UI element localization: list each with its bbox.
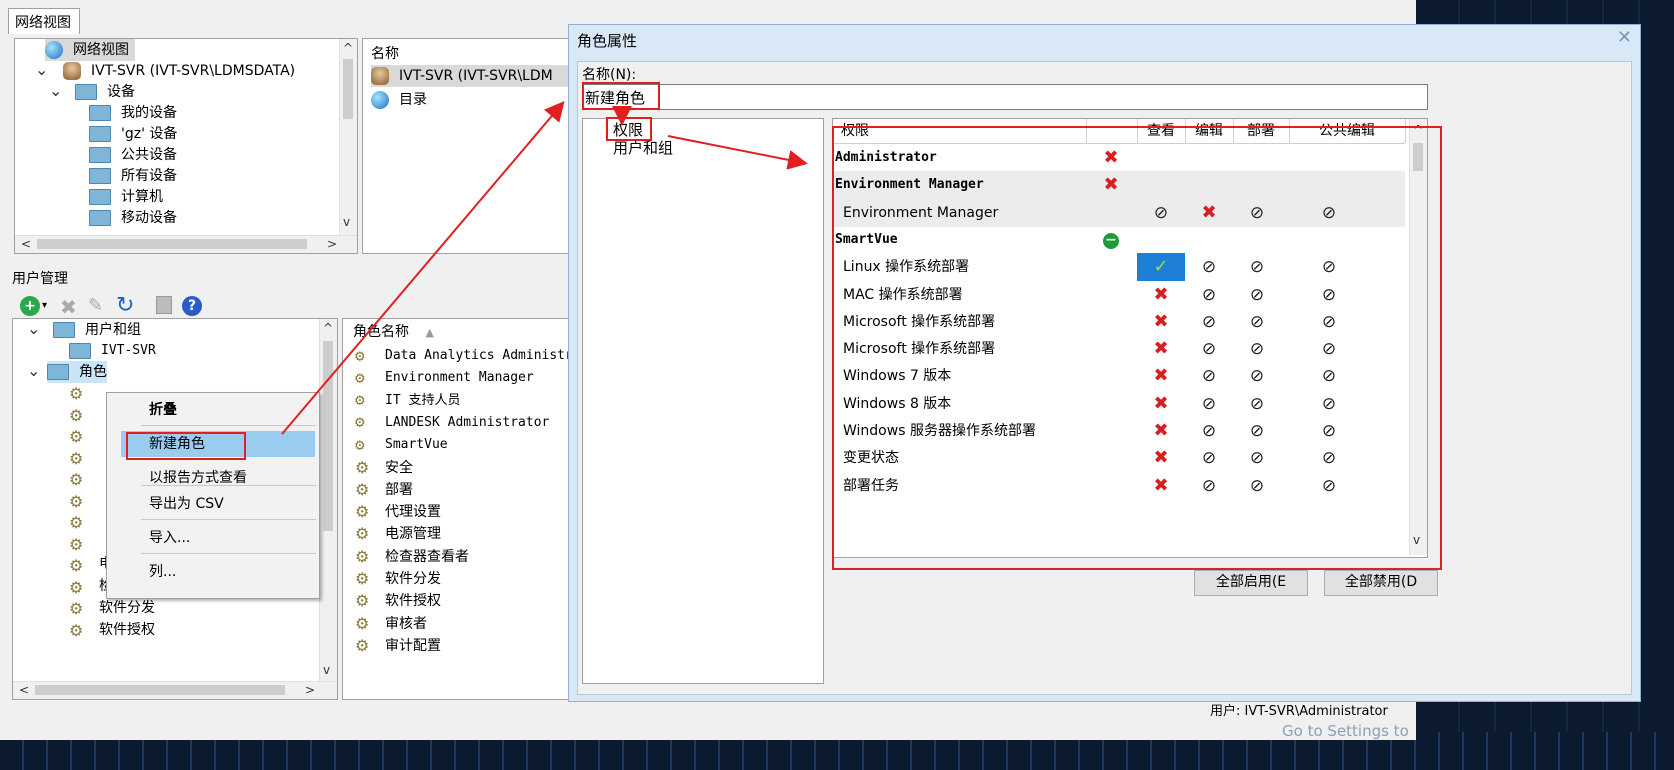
- arrow-menu-to-name: [281, 100, 565, 435]
- arrow-permissions-to-grid: [667, 135, 808, 170]
- annotation-arrows: [281, 100, 808, 435]
